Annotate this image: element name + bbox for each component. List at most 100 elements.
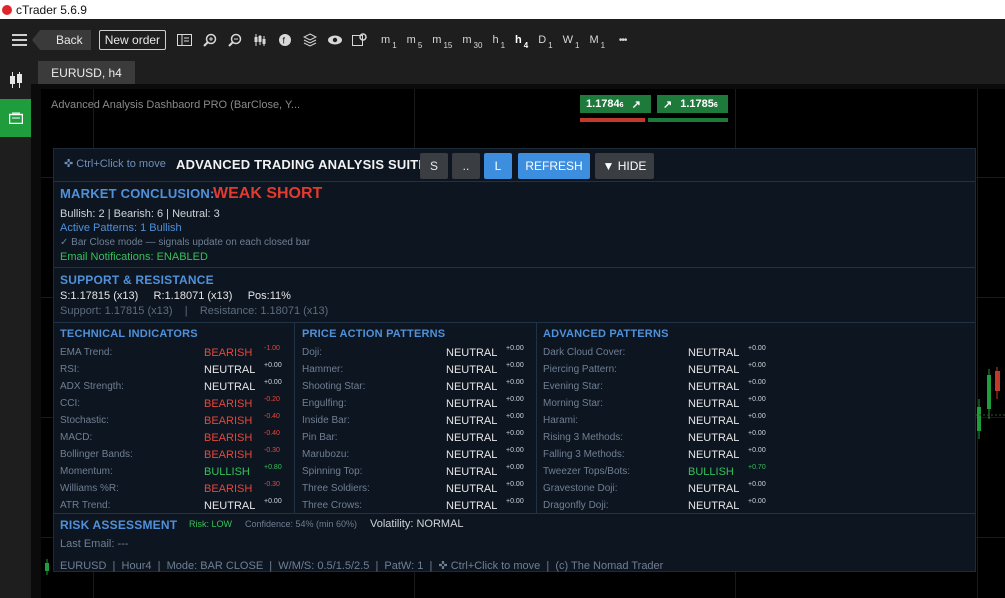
main-toolbar: Back New order f m 1 m 5 m 15 m 30 h 1 h 4 D 1 W 1 M 1 ••… [0, 19, 1005, 61]
new-order-button[interactable]: New order [98, 30, 167, 50]
buy-price: 1.17856 [680, 98, 718, 110]
algo-icon[interactable] [0, 99, 31, 137]
settings-icon[interactable] [347, 28, 372, 52]
last-email: Last Email: --- [60, 538, 129, 550]
indicator-row: Harami: NEUTRAL +0.00 [543, 413, 773, 429]
indicator-score: -0.20 [264, 396, 280, 403]
indicator-row: Momentum: BULLISH +0.80 [60, 464, 290, 480]
indicator-row: Shooting Star: NEUTRAL +0.00 [302, 379, 532, 395]
indicator-status: NEUTRAL [446, 466, 498, 478]
signal-counts: Bullish: 2 | Bearish: 6 | Neutral: 3 [60, 208, 220, 220]
sell-arrow-icon: ↗ [631, 98, 641, 111]
timeframe-m30[interactable]: m 30 [457, 28, 487, 52]
indicator-status: NEUTRAL [204, 364, 256, 376]
indicator-status: NEUTRAL [688, 500, 740, 512]
hide-button[interactable]: ▼ HIDE [595, 153, 654, 179]
indicator-status: NEUTRAL [688, 432, 740, 444]
indicator-name: EMA Trend: [60, 347, 113, 358]
indicator-row: Morning Star: NEUTRAL +0.00 [543, 396, 773, 412]
timeframe-h1[interactable]: h1 [487, 28, 510, 52]
indicator-row: Piercing Pattern: NEUTRAL +0.00 [543, 362, 773, 378]
indicator-row: Three Soldiers: NEUTRAL +0.00 [302, 481, 532, 497]
timeframe-W1[interactable]: W1 [558, 28, 585, 52]
indicator-name: Dark Cloud Cover: [543, 347, 626, 358]
zoom-out-icon[interactable] [222, 28, 247, 52]
more-icon[interactable]: ••• [610, 28, 635, 52]
timeframe-m15[interactable]: m 15 [427, 28, 457, 52]
refresh-button[interactable]: REFRESH [518, 153, 590, 179]
indicator-status: NEUTRAL [688, 381, 740, 393]
indicator-name: MACD: [60, 432, 93, 443]
indicator-name: Marubozu: [302, 449, 350, 460]
timeframe-h4[interactable]: h4 [510, 28, 533, 52]
analysis-dashboard-panel[interactable]: ✜ Ctrl+Click to move ADVANCED TRADING AN… [53, 148, 976, 572]
indicator-status: NEUTRAL [446, 364, 498, 376]
indicator-row: Three Crows: NEUTRAL +0.00 [302, 498, 532, 514]
indicator-row: Engulfing: NEUTRAL +0.00 [302, 396, 532, 412]
sell-quote-button[interactable]: 1.17846 ↗ [580, 95, 651, 113]
indicator-status: NEUTRAL [688, 483, 740, 495]
indicator-status: NEUTRAL [688, 449, 740, 461]
buy-arrow-icon: ↗ [663, 98, 673, 111]
indicator-row: CCI: BEARISH -0.20 [60, 396, 290, 412]
indicator-score: +0.00 [264, 362, 282, 369]
l-button[interactable]: L [484, 153, 512, 179]
bar-close-mode-note: ✓ Bar Close mode — signals update on eac… [60, 237, 311, 248]
price-action-title: PRICE ACTION PATTERNS [302, 328, 446, 340]
indicator-status: BEARISH [204, 432, 253, 444]
indicator-score: +0.00 [506, 498, 524, 505]
indicator-status: NEUTRAL [688, 364, 740, 376]
indicator-name: Gravestone Doji: [543, 483, 618, 494]
timeframe-D1[interactable]: D1 [533, 28, 557, 52]
indicator-status: NEUTRAL [688, 347, 740, 359]
indicator-score: -0.30 [264, 447, 280, 454]
indicator-name: Hammer: [302, 364, 344, 375]
window-title: cTrader 5.6.9 [16, 2, 87, 17]
dots-button[interactable]: .. [452, 153, 480, 179]
trade-icon[interactable] [0, 61, 31, 99]
timeframe-M1[interactable]: M1 [584, 28, 610, 52]
indicator-status: NEUTRAL [446, 432, 498, 444]
indicator-name: ATR Trend: [60, 500, 111, 511]
timeframe-m5[interactable]: m5 [402, 28, 428, 52]
price-candles [971, 367, 1005, 439]
indicators-icon[interactable]: f [272, 28, 297, 52]
indicator-row: ATR Trend: NEUTRAL +0.00 [60, 498, 290, 514]
buy-quote-button[interactable]: ↗ 1.17856 [657, 95, 728, 113]
back-button[interactable]: Back [32, 30, 91, 50]
eye-icon[interactable] [322, 28, 347, 52]
indicator-status: NEUTRAL [446, 347, 498, 359]
advanced-patterns-title: ADVANCED PATTERNS [543, 328, 669, 340]
layout-icon[interactable] [172, 28, 197, 52]
indicator-name: Stochastic: [60, 415, 109, 426]
layers-icon[interactable] [297, 28, 322, 52]
indicator-name: Engulfing: [302, 398, 347, 409]
zoom-in-icon[interactable] [197, 28, 222, 52]
technical-indicators-title: TECHNICAL INDICATORS [60, 328, 198, 340]
indicator-row: Williams %R: BEARISH -0.30 [60, 481, 290, 497]
indicator-status: BEARISH [204, 415, 253, 427]
indicator-name: Spinning Top: [302, 466, 363, 477]
indicator-row: Pin Bar: NEUTRAL +0.00 [302, 430, 532, 446]
indicator-name: Three Soldiers: [302, 483, 370, 494]
timeframe-m1[interactable]: m1 [376, 28, 402, 52]
sr-detail: Support: 1.17815 (x13) | Resistance: 1.1… [60, 305, 329, 317]
indicator-row: Stochastic: BEARISH -0.40 [60, 413, 290, 429]
indicator-name: Bollinger Bands: [60, 449, 133, 460]
indicator-row: Marubozu: NEUTRAL +0.00 [302, 447, 532, 463]
indicator-row: Falling 3 Methods: NEUTRAL +0.00 [543, 447, 773, 463]
indicator-score: +0.00 [506, 413, 524, 420]
indicator-row: ADX Strength: NEUTRAL +0.00 [60, 379, 290, 395]
indicator-name: Evening Star: [543, 381, 604, 392]
indicator-name: Rising 3 Methods: [543, 432, 624, 443]
indicator-score: -0.30 [264, 481, 280, 488]
indicator-name: Shooting Star: [302, 381, 366, 392]
s-button[interactable]: S [420, 153, 448, 179]
indicator-score: +0.00 [264, 498, 282, 505]
support-resistance-title: SUPPORT & RESISTANCE [60, 273, 214, 287]
chart-type-icon[interactable] [247, 28, 272, 52]
indicator-name: Tweezer Tops/Bots: [543, 466, 631, 477]
indicator-status: NEUTRAL [688, 415, 740, 427]
sr-summary: S:1.17815 (x13) R:1.18071 (x13) Pos:11% [60, 290, 291, 302]
tab-eurusd-h4[interactable]: EURUSD, h4 [38, 61, 135, 84]
